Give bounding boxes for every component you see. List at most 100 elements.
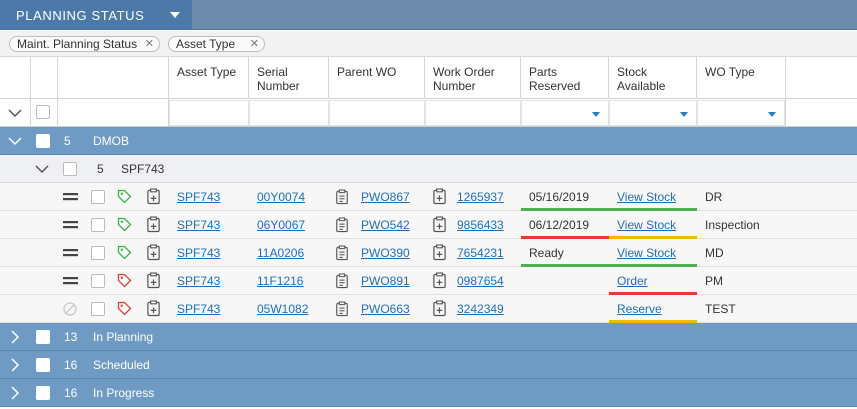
stock-available-link[interactable]: Reserve (617, 302, 662, 316)
parent-wo-link[interactable]: PWO891 (361, 274, 410, 288)
row-checkbox[interactable] (91, 246, 105, 260)
col-stock-available[interactable]: Stock Available (617, 65, 677, 93)
subgroup-checkbox[interactable] (63, 162, 77, 176)
filter-stock-available[interactable] (609, 100, 697, 126)
blocked-icon (63, 302, 77, 316)
work-order-link[interactable]: 7654231 (457, 246, 504, 260)
filter-parts-reserved[interactable] (521, 100, 609, 126)
serial-number-link[interactable]: 06Y0067 (257, 218, 305, 232)
work-order-link[interactable]: 0987654 (457, 274, 504, 288)
drag-handle-icon[interactable] (63, 248, 78, 258)
filter-wo-type[interactable] (697, 100, 785, 126)
serial-number-link[interactable]: 11F1216 (257, 274, 303, 288)
asset-type-link[interactable]: SPF743 (177, 302, 220, 316)
col-serial-number[interactable]: Serial Number (257, 65, 317, 93)
group-count: 16 (64, 386, 78, 400)
drag-handle-icon[interactable] (63, 220, 78, 230)
add-to-clipboard-icon[interactable] (432, 244, 447, 264)
add-to-clipboard-icon[interactable] (146, 244, 161, 264)
divider (424, 57, 425, 99)
stock-available-link[interactable]: View Stock (617, 246, 676, 260)
col-parent-wo[interactable]: Parent WO (337, 65, 396, 79)
group-checkbox[interactable] (36, 330, 50, 344)
chevron-right-icon[interactable] (7, 357, 23, 373)
add-to-clipboard-icon[interactable] (432, 216, 447, 236)
dropdown-caret-icon[interactable] (680, 112, 688, 117)
table-row[interactable]: SPF743 05W1082 PWO663 3242349 Reserve TEST (0, 295, 857, 323)
filter-parent-wo[interactable] (329, 100, 425, 126)
filter-asset-type[interactable] (169, 100, 249, 126)
chevron-down-icon[interactable] (34, 161, 50, 177)
add-to-clipboard-icon[interactable] (432, 272, 447, 292)
chevron-down-icon[interactable] (7, 133, 23, 149)
parent-wo-link[interactable]: PWO542 (361, 218, 410, 232)
stock-available-link[interactable]: View Stock (617, 218, 676, 232)
view-selector[interactable]: PLANNING STATUS (0, 0, 192, 30)
chevron-right-icon[interactable] (7, 385, 23, 401)
close-icon[interactable]: ✕ (250, 37, 259, 51)
row-checkbox[interactable] (91, 274, 105, 288)
table-row[interactable]: SPF743 11F1216 PWO891 0987654 Order PM (0, 267, 857, 295)
group-row-dmob[interactable]: 5 DMOB (0, 127, 857, 155)
add-to-clipboard-icon[interactable] (146, 216, 161, 236)
chip-asset-type[interactable]: Asset Type ✕ (168, 36, 265, 52)
table-row[interactable]: SPF743 00Y0074 PWO867 1265937 05/16/2019 View… (0, 183, 857, 211)
parent-wo-link[interactable]: PWO867 (361, 190, 410, 204)
divider (168, 57, 169, 127)
close-icon[interactable]: ✕ (145, 37, 154, 51)
filter-work-order-number[interactable] (425, 100, 521, 126)
filter-serial-number[interactable] (249, 100, 329, 126)
group-name: DMOB (93, 134, 129, 148)
chip-maint-planning-status[interactable]: Maint. Planning Status ✕ (9, 36, 160, 52)
row-checkbox[interactable] (91, 218, 105, 232)
group-row-scheduled[interactable]: 16 Scheduled (0, 351, 857, 379)
group-checkbox[interactable] (36, 358, 50, 372)
stock-available-link[interactable]: Order (617, 274, 648, 288)
divider (30, 57, 31, 127)
work-order-link[interactable]: 1265937 (457, 190, 504, 204)
col-asset-type[interactable]: Asset Type (177, 65, 236, 79)
group-checkbox[interactable] (36, 386, 50, 400)
parts-reserved-value: Ready (529, 246, 564, 260)
asset-type-link[interactable]: SPF743 (177, 246, 220, 260)
chevron-down-icon[interactable] (7, 105, 23, 121)
work-order-link[interactable]: 3242349 (457, 302, 504, 316)
table-row[interactable]: SPF743 11A0206 PWO390 7654231 Ready View Stoc… (0, 239, 857, 267)
add-to-clipboard-icon[interactable] (146, 188, 161, 208)
col-wo-type[interactable]: WO Type (705, 65, 755, 79)
dropdown-caret-icon[interactable] (768, 112, 776, 117)
dropdown-caret-icon[interactable] (592, 112, 600, 117)
asset-type-link[interactable]: SPF743 (177, 190, 220, 204)
work-order-link[interactable]: 9856433 (457, 218, 504, 232)
serial-number-link[interactable]: 11A0206 (257, 246, 304, 260)
row-checkbox[interactable] (91, 302, 105, 316)
drag-handle-icon[interactable] (63, 276, 78, 286)
parent-wo-icon (335, 189, 349, 208)
subgroup-row-spf743[interactable]: 5 SPF743 (0, 155, 857, 183)
caret-down-icon[interactable] (170, 12, 180, 18)
asset-type-link[interactable]: SPF743 (177, 274, 220, 288)
divider (608, 57, 609, 99)
asset-type-link[interactable]: SPF743 (177, 218, 220, 232)
group-checkbox[interactable] (36, 134, 50, 148)
add-to-clipboard-icon[interactable] (146, 272, 161, 292)
chevron-right-icon[interactable] (7, 329, 23, 345)
serial-number-link[interactable]: 05W1082 (257, 302, 308, 316)
parent-wo-link[interactable]: PWO390 (361, 246, 410, 260)
serial-number-link[interactable]: 00Y0074 (257, 190, 305, 204)
col-parts-reserved[interactable]: Parts Reserved (529, 65, 589, 93)
table-row[interactable]: SPF743 06Y0067 PWO542 9856433 06/12/2019 View… (0, 211, 857, 239)
select-all-checkbox[interactable] (36, 105, 50, 119)
add-to-clipboard-icon[interactable] (432, 300, 447, 320)
group-name: In Planning (93, 330, 154, 344)
row-checkbox[interactable] (91, 190, 105, 204)
parent-wo-link[interactable]: PWO663 (361, 302, 410, 316)
add-to-clipboard-icon[interactable] (146, 300, 161, 320)
stock-available-link[interactable]: View Stock (617, 190, 676, 204)
group-row-in-progress[interactable]: 16 In Progress (0, 379, 857, 407)
col-work-order-number[interactable]: Work Order Number (433, 65, 503, 93)
group-row-in-planning[interactable]: 13 In Planning (0, 323, 857, 351)
add-to-clipboard-icon[interactable] (432, 188, 447, 208)
drag-handle-icon[interactable] (63, 192, 78, 202)
divider (248, 57, 249, 99)
